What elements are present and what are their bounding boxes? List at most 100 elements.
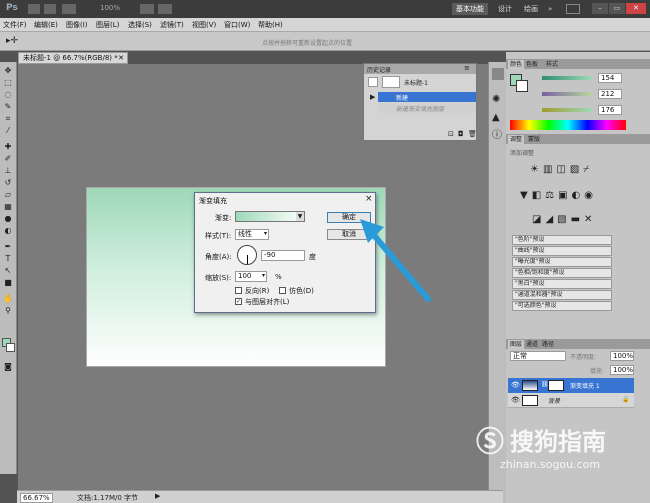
tab-swatches[interactable]: 色板 [524,60,540,69]
red-slider[interactable] [542,76,592,80]
preset-curves[interactable]: "曲线"预设 [512,246,612,256]
maximize-icon[interactable]: ▭ [609,3,625,14]
dialog-close-icon[interactable]: × [365,194,373,204]
quick-mask-icon[interactable]: ◙ [2,362,14,372]
move-tool-icon[interactable]: ✥ [2,66,14,76]
menu-select[interactable]: 选择(S) [128,20,152,30]
crop-tool-icon[interactable]: ⌗ [2,114,14,124]
trash-icon[interactable]: 🗑 [468,130,477,138]
preset-channel-mixer[interactable]: "通道混和器"预设 [512,290,612,300]
background-color-swatch[interactable] [6,343,15,352]
bridge-icon[interactable] [28,4,40,14]
preset-black-white[interactable]: "黑白"预设 [512,279,612,289]
chevron-down-icon[interactable]: ▼ [296,212,304,221]
zoom-tool-icon[interactable]: ⚲ [2,306,14,316]
arrange-icon[interactable] [140,4,154,14]
tab-adjustments[interactable]: 调整 [508,135,525,144]
view-extras-icon[interactable] [62,4,76,14]
tab-layers[interactable]: 图层 [508,340,525,349]
document-tab-close-icon[interactable]: ✕ [118,53,124,63]
history-panel-title[interactable]: 历史记录 [367,65,391,74]
dither-checkbox[interactable] [279,287,286,294]
screen-mode-icon[interactable] [158,4,172,14]
menu-image[interactable]: 图像(I) [66,20,88,30]
close-icon[interactable]: ✕ [626,3,646,14]
menu-layer[interactable]: 图层(L) [96,20,119,30]
shape-tool-icon[interactable]: ■ [2,278,14,288]
adjustment-icons-row-3[interactable]: ◪◢▧▬✕ [532,214,596,225]
status-zoom[interactable]: 66.67% [20,493,53,503]
minibridge-icon[interactable] [44,4,56,14]
brush-tool-icon[interactable]: ✐ [2,154,14,164]
tab-paths[interactable]: 路径 [540,340,556,349]
gradient-tool-icon[interactable]: ▦ [2,202,14,212]
clone-stamp-tool-icon[interactable]: ⊥ [2,166,14,176]
marquee-tool-icon[interactable]: ⬚ [2,78,14,88]
history-snapshot-label[interactable]: 未标题-1 [404,78,428,87]
menu-filter[interactable]: 滤镜(T) [160,20,184,30]
eye-icon[interactable]: 👁 [511,396,520,404]
blend-mode-select[interactable]: 正常 [510,351,566,361]
zoom-level[interactable]: 100% [100,4,120,12]
blue-slider[interactable] [542,108,592,112]
green-slider[interactable] [542,92,592,96]
color-value-3[interactable]: 176 [598,105,622,115]
dodge-tool-icon[interactable]: ◐ [2,226,14,236]
move-tool-preset-icon[interactable]: ▸✛ [6,36,18,46]
new-document-icon[interactable]: ⊡ [448,130,454,138]
layer-row-background[interactable]: 👁 背景 🔒 [508,393,634,408]
color-value-1[interactable]: 154 [598,73,622,83]
document-tab[interactable]: 未标题-1 @ 66.7%(RGB/8) * ✕ [18,52,128,64]
minimize-icon[interactable]: – [592,3,608,14]
tab-channels[interactable]: 通道 [524,340,540,349]
align-checkbox[interactable]: ✓ [235,298,242,305]
status-arrow-icon[interactable]: ▶ [155,492,160,500]
history-brush-source-icon[interactable]: ▶ [370,93,375,101]
pen-tool-icon[interactable]: ✒ [2,242,14,252]
gradient-picker[interactable]: ▼ [235,211,305,222]
history-item[interactable]: 新建渐变填充图层 [378,103,476,113]
history-item-selected[interactable]: 新建 [378,92,476,102]
history-brush-tool-icon[interactable]: ↺ [2,178,14,188]
menu-view[interactable]: 视图(V) [192,20,216,30]
preset-selective-color[interactable]: "可选颜色"预设 [512,301,612,311]
menu-window[interactable]: 窗口(W) [224,20,250,30]
color-bg-swatch[interactable] [516,80,528,92]
menu-edit[interactable]: 编辑(E) [34,20,58,30]
quick-select-tool-icon[interactable]: ✎ [2,102,14,112]
workspace-essentials[interactable]: 基本功能 [452,3,488,15]
more-workspaces-icon[interactable]: » [548,5,552,13]
layer-row-gradient[interactable]: 👁 ⛓ 渐变填充 1 [508,378,634,393]
blur-tool-icon[interactable]: ● [2,214,14,224]
type-tool-icon[interactable]: T [2,254,14,264]
eye-icon[interactable]: 👁 [511,381,520,389]
preset-levels[interactable]: "色阶"预设 [512,235,612,245]
adjustment-icons-row-2[interactable]: ▼◧⚖▣◐◉ [520,190,597,201]
tab-masks[interactable]: 蒙版 [526,135,542,144]
style-select[interactable]: 线性 ▾ [235,229,269,240]
reverse-checkbox[interactable] [235,287,242,294]
panel-menu-icon[interactable]: ≡ [464,64,470,72]
menu-help[interactable]: 帮助(H) [258,20,283,30]
cs-live-icon[interactable] [566,4,580,14]
brush-presets-icon[interactable]: ✺ [492,94,500,105]
navigator-icon[interactable]: ▲ [492,112,500,123]
scale-field[interactable]: 100 ▾ [235,271,267,282]
hand-tool-icon[interactable]: ✋ [2,294,14,304]
color-value-2[interactable]: 212 [598,89,622,99]
preset-hue-saturation[interactable]: "色相/饱和度"预设 [512,268,612,278]
tab-styles[interactable]: 样式 [544,60,560,69]
adjustment-icons-row-1[interactable]: ☀▥◫▨⌿ [530,164,593,175]
healing-brush-tool-icon[interactable]: ✚ [2,142,14,152]
new-snapshot-icon[interactable]: ◘ [458,130,464,138]
lasso-tool-icon[interactable]: ◌ [2,90,14,100]
tab-color[interactable]: 颜色 [508,60,525,69]
menu-file[interactable]: 文件(F) [3,20,27,30]
path-select-tool-icon[interactable]: ↖ [2,266,14,276]
color-panel-icon[interactable] [492,68,504,80]
eraser-tool-icon[interactable]: ▱ [2,190,14,200]
angle-field[interactable]: -90 [261,250,305,261]
workspace-design[interactable]: 设计 [494,3,516,15]
preset-exposure[interactable]: "曝光度"预设 [512,257,612,267]
opacity-field[interactable]: 100% [610,351,634,361]
